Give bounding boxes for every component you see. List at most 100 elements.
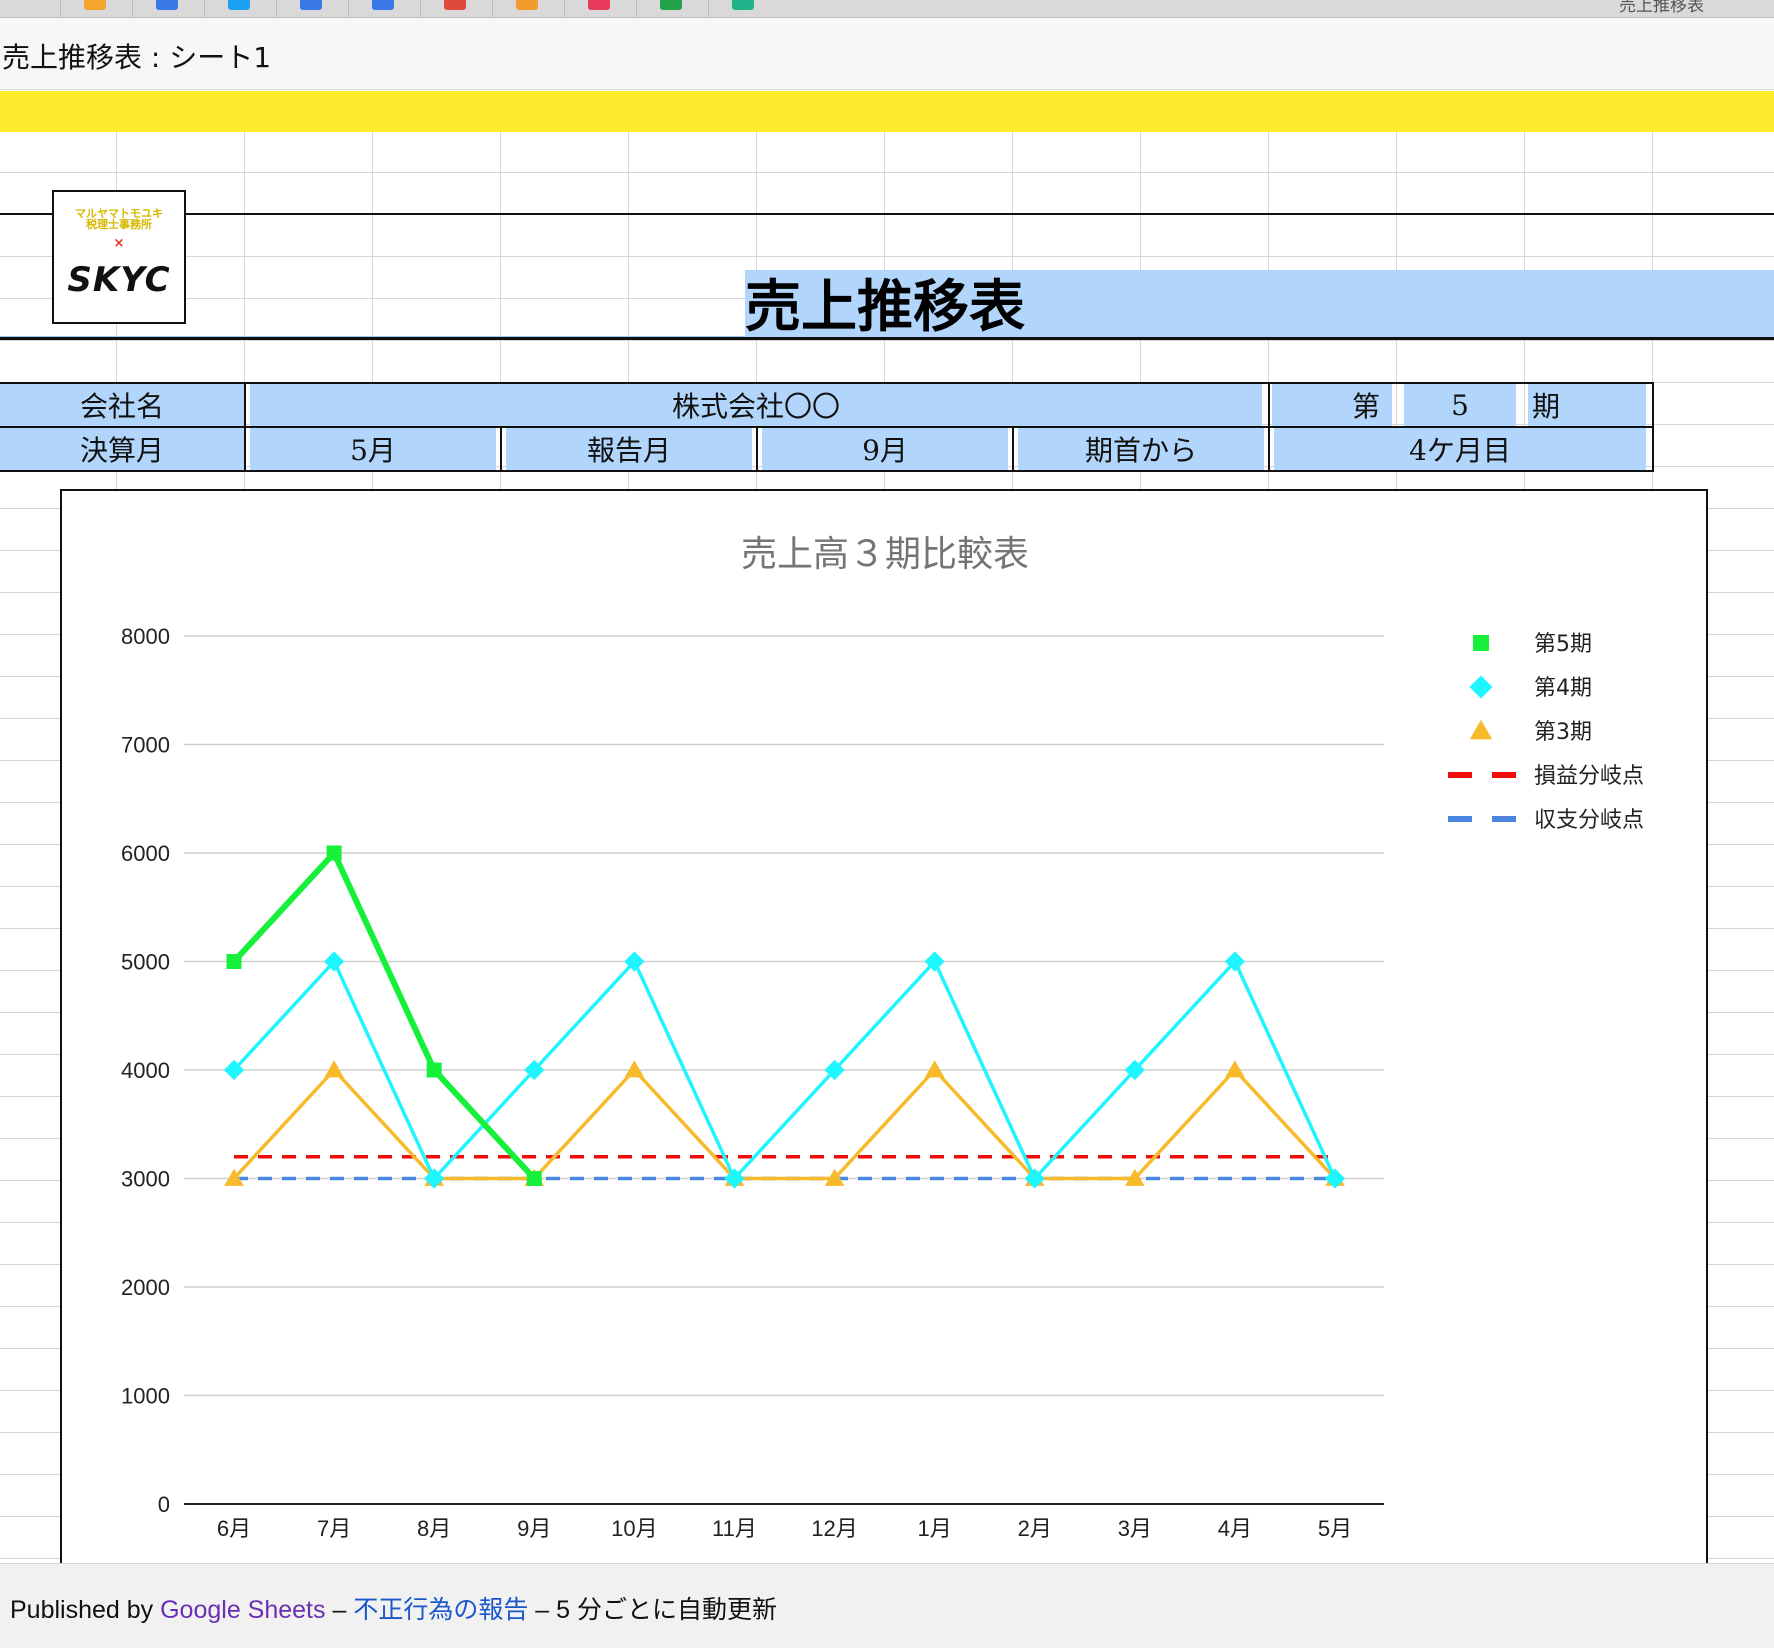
bookmark-separator — [636, 0, 637, 17]
square-marker — [426, 1062, 442, 1078]
y-tick-label: 2000 — [121, 1275, 170, 1300]
triangle-marker — [624, 1060, 645, 1078]
elapsed-value-cell[interactable]: 4ケ月目 — [1274, 428, 1646, 470]
square-marker — [526, 1171, 542, 1186]
footer-separator: – — [325, 1596, 354, 1624]
sheet-title: 売上推移表 — [745, 274, 1025, 340]
bookmark-icon[interactable] — [300, 0, 322, 10]
legend-item: 収支分岐点 — [1448, 808, 1644, 833]
legend-label: 収支分岐点 — [1534, 808, 1644, 833]
sales-comparison-chart[interactable]: 売上高３期比較表 0 1000 2000 3000 4000 5000 6000 7000 80… — [60, 489, 1708, 1569]
company-value-cell[interactable]: 株式会社〇〇 — [250, 384, 1262, 426]
y-tick-label: 0 — [158, 1492, 170, 1517]
period-suffix-cell[interactable]: 期 — [1528, 384, 1646, 426]
logo-brand: SKYC — [67, 260, 171, 300]
y-tick-label: 5000 — [121, 950, 170, 975]
x-tick-label: 6月 — [217, 1516, 251, 1541]
auto-update-note: 5 分ごとに自動更新 — [556, 1596, 777, 1624]
document-header: 売上推移表 : シート1 — [0, 18, 1774, 90]
bookmark-icon[interactable] — [516, 0, 538, 10]
legend-label: 損益分岐点 — [1534, 764, 1644, 789]
logo-office-name: マルヤマトモユキ 税理士事務所 — [75, 207, 163, 231]
bookmark-separator — [492, 0, 493, 17]
y-tick-label: 6000 — [121, 841, 170, 866]
square-marker — [226, 954, 242, 969]
legend-item: 第3期 — [1469, 719, 1592, 745]
fiscal-month-value-cell[interactable]: 5月 — [250, 428, 496, 470]
bookmark-icon[interactable] — [588, 0, 610, 10]
x-tick-label: 3月 — [1118, 1516, 1152, 1541]
y-tick-label: 4000 — [121, 1058, 170, 1083]
triangle-marker — [1225, 1060, 1245, 1078]
bookmark-icon[interactable] — [156, 0, 178, 10]
triangle-marker — [324, 1060, 344, 1078]
publish-footer: Published by Google Sheets – 不正行為の報告 – 5… — [0, 1563, 1774, 1648]
bookmark-separator — [276, 0, 277, 17]
legend-item: 第4期 — [1469, 675, 1592, 701]
table-border — [0, 470, 1654, 472]
legend-item: 第5期 — [1473, 632, 1592, 657]
bookmark-icon[interactable] — [84, 0, 106, 10]
table-border — [0, 382, 1654, 384]
x-tick-label: 12月 — [811, 1516, 857, 1541]
square-marker — [1473, 635, 1489, 651]
table-border — [0, 426, 1654, 428]
report-month-label-cell[interactable]: 報告月 — [506, 428, 752, 470]
diamond-marker — [1469, 675, 1493, 699]
elapsed-label-cell[interactable]: 期首から — [1018, 428, 1264, 470]
legend-label: 第5期 — [1534, 632, 1592, 657]
bookmark-icon[interactable] — [228, 0, 250, 10]
document-title: 売上推移表 : シート1 — [2, 41, 272, 74]
x-tick-label: 5月 — [1318, 1516, 1352, 1541]
footer-text: Published by Google Sheets – 不正行為の報告 – 5… — [10, 1590, 777, 1626]
report-abuse-link[interactable]: 不正行為の報告 — [353, 1596, 528, 1624]
period-value-cell[interactable]: 5 — [1404, 384, 1516, 426]
logo-x-mark: × — [113, 236, 125, 251]
highlight-bar — [0, 91, 1774, 132]
bookmark-separator — [132, 0, 133, 17]
square-marker — [326, 845, 342, 861]
x-tick-label: 10月 — [611, 1516, 657, 1541]
bookmark-icon[interactable] — [732, 0, 754, 10]
logo: マルヤマトモユキ 税理士事務所 × SKYC — [52, 190, 186, 324]
x-tick-label: 2月 — [1018, 1516, 1052, 1541]
x-tick-label: 4月 — [1218, 1516, 1252, 1541]
triangle-marker — [1469, 719, 1493, 740]
y-tick-label: 7000 — [121, 733, 170, 758]
bookmark-icon[interactable] — [444, 0, 466, 10]
legend-item: 損益分岐点 — [1448, 764, 1644, 789]
x-tick-label: 9月 — [517, 1516, 551, 1541]
y-tick-label: 1000 — [121, 1384, 170, 1409]
chart-title: 売上高３期比較表 — [741, 534, 1029, 575]
bookmark-separator — [348, 0, 349, 17]
chart-svg: 売上高３期比較表 0 1000 2000 3000 4000 5000 6000 7000 80… — [121, 534, 1644, 1541]
bookmark-icon[interactable] — [660, 0, 682, 10]
x-tick-label: 11月 — [712, 1516, 757, 1541]
company-label-cell[interactable]: 会社名 — [0, 384, 244, 426]
table-border — [244, 382, 246, 472]
bookmark-separator — [60, 0, 61, 17]
footer-separator: – — [528, 1596, 557, 1624]
table-border — [756, 426, 758, 472]
legend-label: 第3期 — [1534, 720, 1592, 745]
table-border — [1652, 382, 1654, 472]
table-border — [500, 426, 502, 472]
y-tick-label: 8000 — [121, 624, 170, 649]
x-tick-label: 7月 — [317, 1516, 351, 1541]
y-tick-label: 3000 — [121, 1167, 170, 1192]
period-prefix-cell[interactable]: 第 — [1272, 384, 1392, 426]
x-tick-label: 1月 — [918, 1516, 952, 1541]
table-border — [1268, 382, 1270, 472]
table-border — [1012, 426, 1014, 472]
bookmark-separator — [204, 0, 205, 17]
fiscal-month-label-cell[interactable]: 決算月 — [0, 428, 244, 470]
bookmark-icon[interactable] — [372, 0, 394, 10]
grid-row-line — [0, 256, 1774, 257]
grid-row-line — [0, 172, 1774, 173]
report-month-value-cell[interactable]: 9月 — [762, 428, 1008, 470]
legend-label: 第4期 — [1534, 676, 1592, 701]
google-sheets-link[interactable]: Google Sheets — [160, 1596, 325, 1624]
triangle-marker — [924, 1060, 945, 1078]
bookmarks-bar: 売上推移表 — [0, 0, 1774, 18]
published-by-label: Published by — [10, 1596, 161, 1624]
